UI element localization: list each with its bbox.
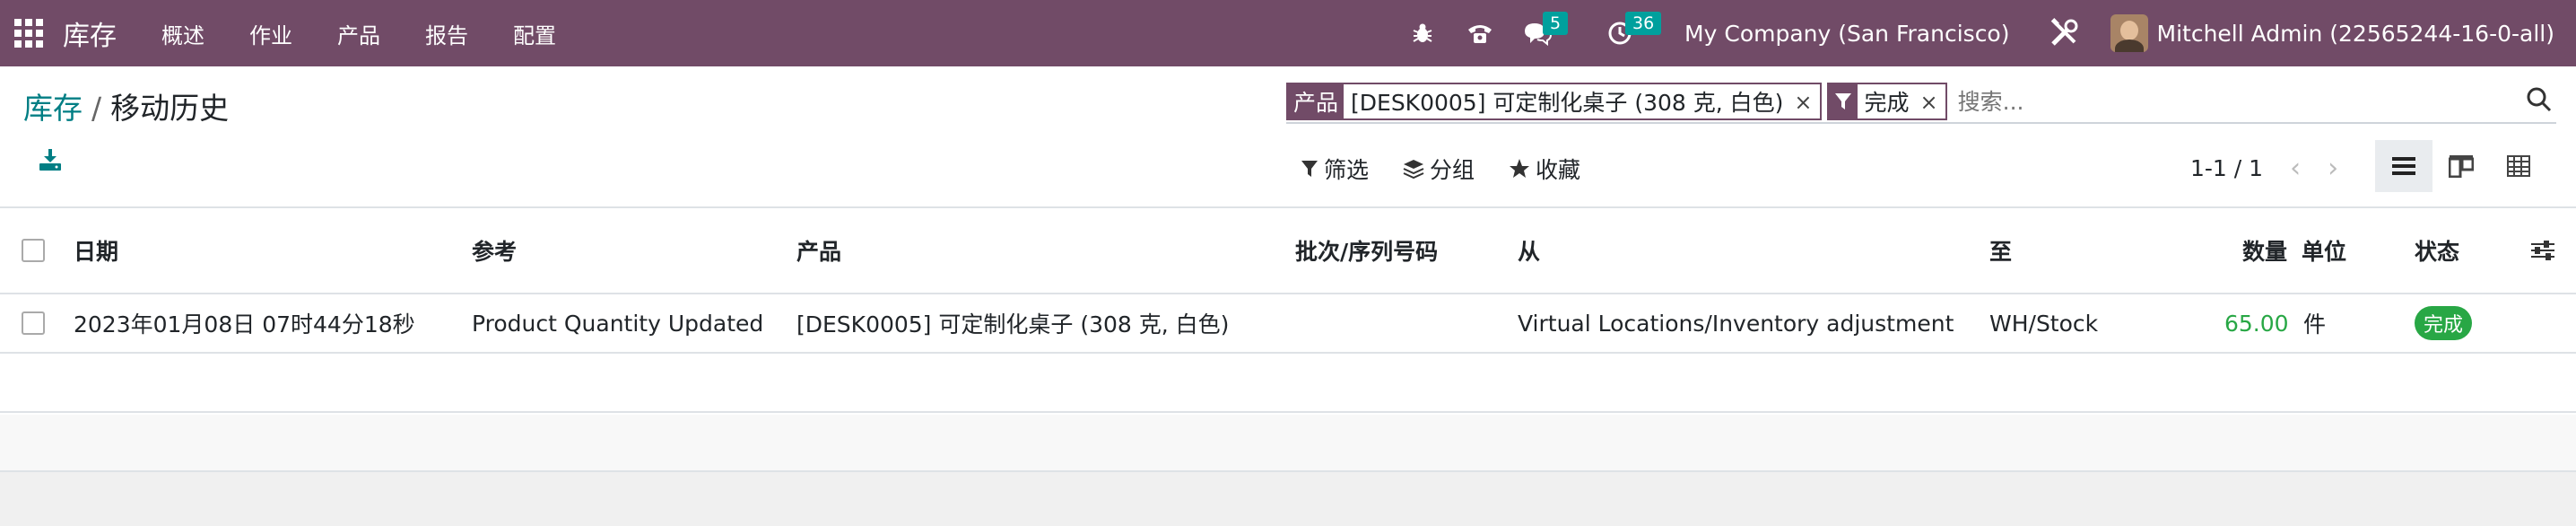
pager: 1-1 / 1 ‹ › [2190, 153, 2338, 184]
pager-next-icon[interactable]: › [2328, 153, 2338, 184]
empty-row [0, 415, 2576, 472]
column-header-reference[interactable]: 参考 [472, 208, 517, 293]
empty-row [0, 354, 2576, 413]
search-icon[interactable] [2526, 86, 2556, 117]
search-facet-status: 完成 × [1826, 83, 1947, 120]
column-header-uom[interactable]: 单位 [2302, 208, 2346, 293]
facet-remove-icon[interactable]: × [1917, 84, 1945, 118]
layers-icon [1403, 160, 1424, 179]
top-navbar: 库存 概述 作业 产品 报告 配置 5 36 My Company (San F… [0, 0, 2576, 66]
breadcrumb-parent[interactable]: 库存 [23, 91, 83, 126]
column-header-quantity[interactable]: 数量 [2242, 208, 2287, 293]
download-icon[interactable] [38, 147, 65, 174]
facet-status-value: 完成 [1857, 84, 1917, 118]
pivot-view-icon[interactable] [2490, 140, 2547, 192]
favorites-label: 收藏 [1536, 157, 1581, 183]
menu-reporting[interactable]: 报告 [425, 18, 468, 49]
facet-product-value: [DESK0005] 可定制化桌子 (308 克, 白色) [1344, 84, 1791, 118]
row-checkbox[interactable] [22, 311, 45, 335]
filter-icon [1828, 84, 1858, 118]
menu-configuration[interactable]: 配置 [513, 18, 556, 49]
search-input[interactable] [1957, 88, 2460, 115]
kanban-view-icon[interactable] [2432, 140, 2490, 192]
menu-products[interactable]: 产品 [337, 18, 380, 49]
filter-icon [1301, 161, 1318, 177]
column-header-status[interactable]: 状态 [2415, 208, 2459, 293]
messages-count-badge: 5 [1543, 12, 1569, 35]
control-panel: 库存 / 移动历史 产品 [DESK0005] 可定制化桌子 (308 克, 白色)… [0, 66, 2576, 208]
cell-date: 2023年01月08日 07时44分18秒 [74, 311, 415, 338]
cell-from: Virtual Locations/Inventory adjustment [1518, 310, 1954, 337]
tools-icon[interactable] [2046, 15, 2082, 51]
group-by-dropdown-button[interactable]: 分组 [1403, 153, 1475, 185]
cell-uom: 件 [2303, 311, 2327, 338]
select-all-checkbox[interactable] [22, 239, 45, 262]
messages-icon[interactable]: 5 [1519, 12, 1569, 51]
breadcrumb-separator: / [91, 91, 102, 126]
breadcrumb-current: 移动历史 [110, 91, 230, 126]
filter-label: 筛选 [1324, 157, 1370, 183]
menu-overview[interactable]: 概述 [161, 18, 205, 49]
table-header: 日期 参考 产品 批次/序列号码 从 至 数量 单位 状态 [0, 208, 2576, 294]
apps-menu-icon[interactable] [14, 19, 43, 48]
cell-reference: Product Quantity Updated [472, 310, 764, 337]
optional-columns-settings-icon[interactable] [2529, 208, 2556, 293]
column-header-from[interactable]: 从 [1518, 208, 1540, 293]
phone-icon[interactable] [1462, 15, 1498, 51]
activities-count-badge: 36 [1625, 12, 1662, 35]
cell-to: WH/Stock [1989, 310, 2099, 337]
cell-product: [DESK0005] 可定制化桌子 (308 克, 白色) [796, 311, 1230, 338]
column-header-to[interactable]: 至 [1989, 208, 2012, 293]
debug-bug-icon[interactable] [1405, 15, 1440, 51]
app-name[interactable]: 库存 [63, 13, 117, 53]
table-row[interactable]: 2023年01月08日 07时44分18秒 Product Quantity U… [0, 294, 2576, 354]
view-switcher [2375, 140, 2547, 192]
breadcrumb: 库存 / 移动历史 [23, 84, 229, 127]
systray: 5 36 My Company (San Francisco) Mitchell… [1394, 0, 2576, 66]
status-badge: 完成 [2415, 306, 2473, 340]
group-by-label: 分组 [1430, 157, 1475, 183]
user-menu[interactable]: Mitchell Admin (22565244-16-0-all) [2157, 21, 2555, 47]
search-options: 筛选 分组 收藏 [1301, 153, 1614, 185]
column-header-lot[interactable]: 批次/序列号码 [1295, 208, 1438, 293]
list-view-icon[interactable] [2375, 140, 2432, 192]
column-header-date[interactable]: 日期 [74, 208, 118, 293]
activities-clock-icon[interactable]: 36 [1602, 12, 1662, 51]
pager-previous-icon[interactable]: ‹ [2290, 153, 2301, 184]
favorites-dropdown-button[interactable]: 收藏 [1509, 153, 1580, 185]
menu-operations[interactable]: 作业 [249, 18, 292, 49]
user-avatar[interactable] [2110, 14, 2148, 52]
row-checkbox-cell [22, 294, 45, 352]
company-switcher[interactable]: My Company (San Francisco) [1684, 21, 2009, 47]
star-icon [1510, 159, 1530, 178]
facet-remove-icon[interactable]: × [1790, 84, 1819, 118]
list-view-table: 日期 参考 产品 批次/序列号码 从 至 数量 单位 状态 2023年01月08… [0, 208, 2576, 472]
select-all-checkbox-cell [22, 208, 45, 293]
cell-quantity: 65.00 [2224, 310, 2289, 337]
search-bar: 产品 [DESK0005] 可定制化桌子 (308 克, 白色) × 完成 × [1286, 81, 2556, 124]
pager-value[interactable]: 1-1 / 1 [2190, 155, 2263, 181]
facet-product-label: 产品 [1288, 84, 1345, 118]
search-facet-product: 产品 [DESK0005] 可定制化桌子 (308 克, 白色) × [1286, 83, 1822, 120]
cell-status: 完成 [2415, 294, 2473, 352]
filter-dropdown-button[interactable]: 筛选 [1301, 153, 1369, 185]
column-header-product[interactable]: 产品 [796, 208, 841, 293]
